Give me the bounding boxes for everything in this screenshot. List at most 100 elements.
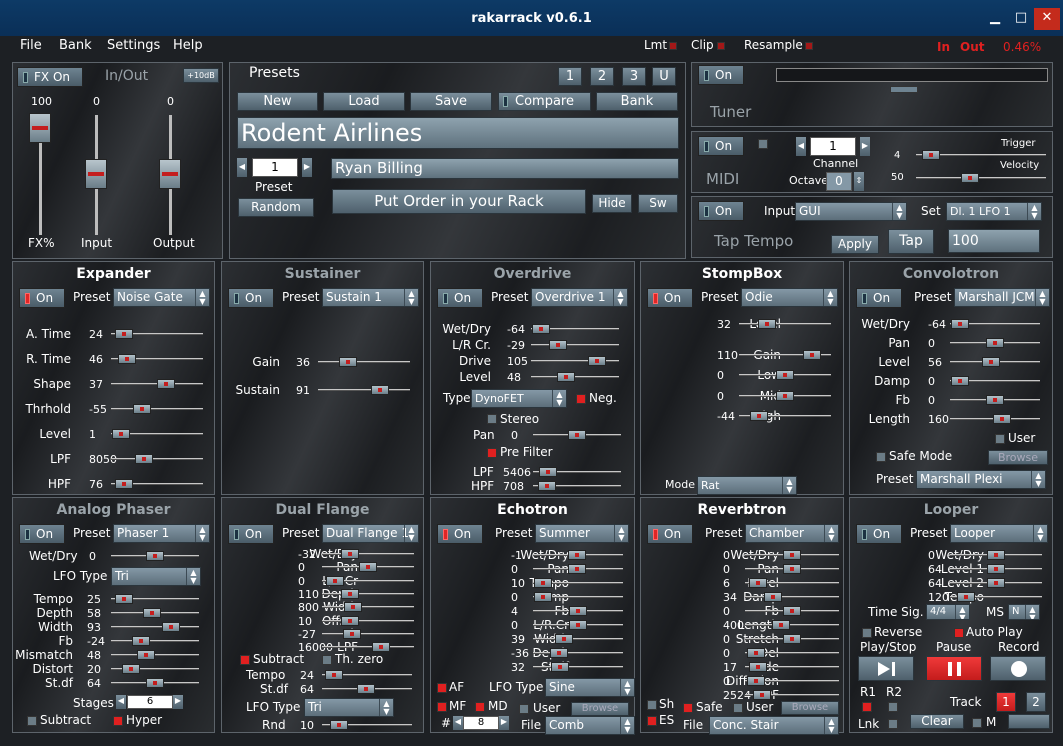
convolotron-wet-dry-slider[interactable] [950,319,1040,329]
sustainer-gain-knob[interactable] [339,357,357,367]
comment-button[interactable]: Put Order in your Rack [332,189,586,214]
phaser-preset-select[interactable]: Phaser 1 ▲ ▼ [113,524,210,543]
reverbtron-fade-knob[interactable] [749,662,767,672]
phaser-tempo-slider[interactable] [111,594,199,604]
expander-r-time-knob[interactable] [118,354,136,364]
stereo-checkbox[interactable] [487,414,497,424]
stompbox-level-slider[interactable] [739,319,831,329]
stompbox-high-slider[interactable] [739,411,831,421]
phaser-on-button[interactable]: On [19,524,65,544]
flange-on-button[interactable]: On [228,524,274,544]
overdrive-drive-slider[interactable] [531,356,619,366]
expander-lpf-knob[interactable] [135,454,153,464]
menu-bank[interactable]: Bank [59,38,92,53]
phaser-st-df-knob[interactable] [146,678,164,688]
expander-lpf-slider[interactable] [111,454,203,464]
convolotron-user-checkbox[interactable] [995,434,1005,444]
overdrive-on-button[interactable]: On [437,288,483,308]
channel-next-icon[interactable]: ▶ [860,137,870,156]
flange-wet-dry-knob[interactable] [341,549,359,559]
looper-extra-button[interactable] [1008,714,1050,729]
echotron-l-r-cr-knob[interactable] [569,620,587,630]
expander-on-button[interactable]: On [19,288,65,308]
flange-depth-slider[interactable] [322,588,414,599]
sustainer-sustain-slider[interactable] [318,385,410,395]
expander-thrhold-slider[interactable] [111,404,203,414]
phaser-wetdry-slider[interactable] [111,551,199,561]
echotron-tempo-knob[interactable] [534,578,552,588]
stompbox-level-knob[interactable] [758,319,776,329]
convolotron-damp-slider[interactable] [950,376,1040,386]
echotron-on-button[interactable]: On [437,524,483,544]
overdrive-wet-dry-slider[interactable] [531,324,619,334]
tap-input-select[interactable]: GUI ▲ ▼ [795,202,907,221]
md-checkbox[interactable] [475,702,485,712]
reverse-checkbox[interactable] [862,628,872,638]
reverbtron-stretch-slider[interactable] [745,634,839,644]
phaser-fb-slider[interactable] [111,636,199,646]
reverbtron-browse-button[interactable]: Browse [781,701,839,715]
save-button[interactable]: Save [410,92,492,111]
convolotron-fb-slider[interactable] [950,395,1040,405]
reverbtron-fb-knob[interactable] [783,606,801,616]
echotron-damp-slider[interactable] [533,592,623,602]
phaser-width-slider[interactable] [111,622,199,632]
reverbtron-lpf-knob[interactable] [753,690,771,700]
phaser-fb-knob[interactable] [132,636,150,646]
close-icon[interactable]: ✕ [1034,8,1060,30]
flange-l-r-cr-knob[interactable] [326,575,344,586]
stages-prev-icon[interactable]: ◀ [116,695,126,709]
stompbox-low-slider[interactable] [739,370,831,380]
echotron-width-knob[interactable] [555,634,573,644]
phaser-subtract-checkbox[interactable] [27,716,37,726]
flange-preset-select[interactable]: Dual Flange 1 ▲ ▼ [322,524,419,543]
convolotron-pan-slider[interactable] [950,338,1040,348]
echotron-wet-dry-slider[interactable] [533,550,623,560]
reverbtron-stretch-knob[interactable] [783,634,801,644]
timesig-select[interactable]: 4/4 ▲ ▼ [926,604,970,620]
new-button[interactable]: New [237,92,318,111]
hide-button[interactable]: Hide [592,194,632,213]
stages-next-icon[interactable]: ▶ [173,695,183,709]
tap-on-button[interactable]: On [698,201,744,221]
looper-wet-dry-slider[interactable] [950,550,1042,560]
looper-wet-dry-knob[interactable] [987,550,1005,560]
bank-1-button[interactable]: 1 [558,67,582,86]
convolotron-preset-select[interactable]: Marshall JCM ▲ ▼ [954,288,1050,307]
bank-button[interactable]: Bank [596,92,678,111]
pause-button[interactable] [926,656,982,681]
phaser-depth-knob[interactable] [143,608,161,618]
sh-checkbox[interactable] [647,700,657,710]
preset-prev-icon[interactable]: ◀ [237,158,247,177]
echotron-depth-slider[interactable] [533,648,623,658]
reverbtron-wet-dry-knob[interactable] [783,550,801,560]
echotron-user-checkbox[interactable] [519,704,529,714]
thzero-checkbox[interactable] [322,655,332,665]
expander-level-slider[interactable] [111,429,203,439]
reverbtron-level-knob[interactable] [749,578,767,588]
flange-fb-knob[interactable] [343,628,361,639]
random-button[interactable]: Random [238,198,314,217]
convolotron-damp-knob[interactable] [951,376,969,386]
m-checkbox[interactable] [972,718,982,728]
menu-settings[interactable]: Settings [107,38,160,53]
tuner-on-button[interactable]: On [698,65,744,85]
flange-stdf-slider[interactable] [322,684,412,694]
play-stop-button[interactable] [858,656,914,681]
reverbtron-preset-select[interactable]: Chamber ▲ ▼ [745,524,839,543]
looper-level-2-knob[interactable] [987,578,1005,588]
echotron-lfo-select[interactable]: Sine ▲ ▼ [545,678,635,697]
reverbtron-diffusion-knob[interactable] [747,676,765,686]
phaser-tempo-knob[interactable] [115,594,133,604]
flange-lpf-slider[interactable] [322,642,414,653]
overdrive-pan-slider[interactable] [533,430,621,440]
octave-value[interactable]: 0 [826,172,852,191]
reverbtron-length-slider[interactable] [745,620,839,630]
phaser-width-knob[interactable] [162,622,180,632]
neg-checkbox[interactable] [576,394,586,404]
stompbox-mid-slider[interactable] [739,390,831,401]
flange-l-r-cr-slider[interactable] [322,575,414,586]
phaser-distort-slider[interactable] [111,664,199,674]
octave-spin-icon[interactable]: ⇕ [854,172,864,191]
convolotron-browse-button[interactable]: Browse [988,450,1048,465]
